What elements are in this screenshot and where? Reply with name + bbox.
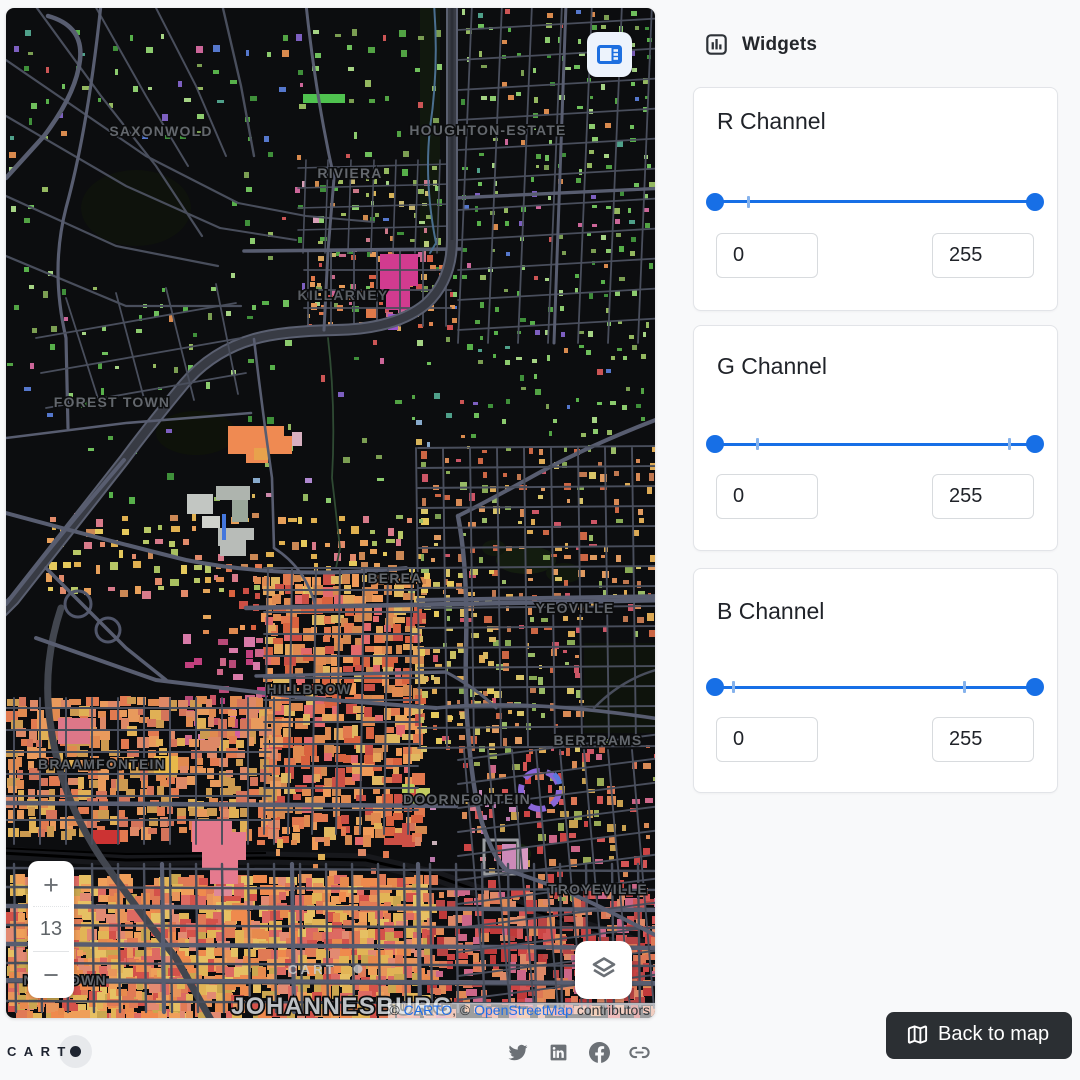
svg-text:FOREST TOWN: FOREST TOWN [54, 394, 170, 410]
svg-text:© CARTO, © OpenStreetMap contr: © CARTO, © OpenStreetMap contributors [389, 1002, 650, 1018]
svg-text:SAXONWOLD: SAXONWOLD [109, 123, 212, 139]
svg-text:RIVIERA: RIVIERA [317, 165, 382, 181]
svg-text:DOORNFONTEIN: DOORNFONTEIN [403, 791, 531, 807]
svg-text:KILLARNEY: KILLARNEY [298, 287, 389, 303]
svg-text:CART: CART [288, 962, 337, 977]
svg-text:HILLBROW: HILLBROW [266, 681, 351, 697]
svg-text:HOUGHTON-ESTATE: HOUGHTON-ESTATE [409, 122, 566, 138]
svg-text:BERTRAMS: BERTRAMS [554, 732, 643, 748]
svg-text:YEOVILLE: YEOVILLE [536, 600, 615, 616]
svg-text:BEREA: BEREA [367, 570, 422, 586]
svg-text:TROYEVILLE: TROYEVILLE [548, 881, 648, 897]
svg-text:BRAAMFONTEIN: BRAAMFONTEIN [38, 756, 166, 772]
